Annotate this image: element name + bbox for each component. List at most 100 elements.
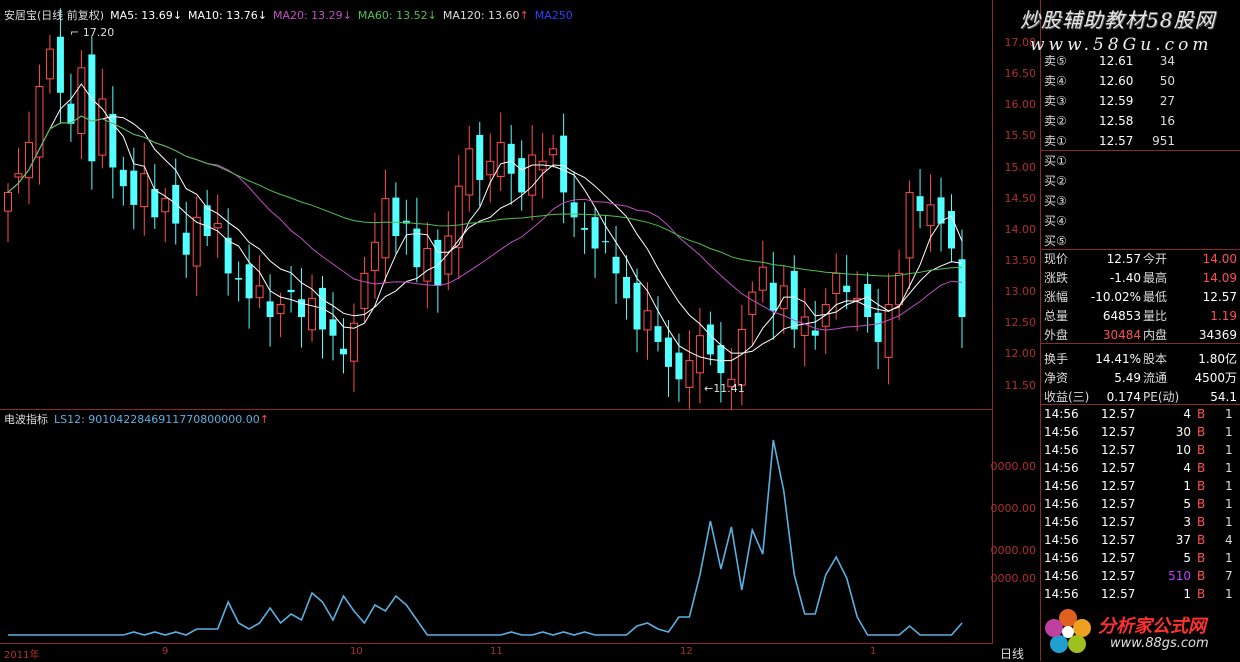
time-tick-label: 9 bbox=[162, 646, 169, 657]
quote-value: 14.09 bbox=[1202, 271, 1237, 285]
brand-watermark-top: 炒股辅助教材58股网 www.58Gu.com bbox=[1020, 8, 1216, 55]
candle-body[interactable] bbox=[56, 36, 64, 93]
candle-body[interactable] bbox=[748, 291, 757, 315]
quote-value: -10.02% bbox=[1090, 290, 1141, 304]
candle-body[interactable] bbox=[77, 67, 86, 135]
candle-body[interactable] bbox=[45, 48, 54, 80]
candle-body[interactable] bbox=[633, 282, 641, 330]
tick-count: 4 bbox=[1225, 533, 1233, 547]
candle-body[interactable] bbox=[486, 160, 495, 176]
candle-body[interactable] bbox=[276, 304, 285, 315]
candle-body[interactable] bbox=[874, 312, 882, 342]
candle-body[interactable] bbox=[224, 237, 232, 274]
period-label[interactable]: 日线 bbox=[1000, 645, 1024, 662]
buy-level-row: 买① bbox=[1041, 152, 1240, 170]
candle-body[interactable] bbox=[308, 297, 317, 331]
candle-body[interactable] bbox=[706, 324, 714, 355]
candle-body[interactable] bbox=[203, 205, 211, 237]
candle-body[interactable] bbox=[895, 272, 904, 306]
candle-body[interactable] bbox=[255, 285, 264, 299]
candle-body[interactable] bbox=[4, 191, 12, 212]
sell-level-label: 卖③ bbox=[1044, 94, 1067, 108]
candle-body[interactable] bbox=[800, 316, 809, 336]
candle-body[interactable] bbox=[518, 158, 526, 193]
candle-body[interactable] bbox=[339, 348, 347, 355]
candle-body[interactable] bbox=[151, 188, 159, 218]
candle-body[interactable] bbox=[507, 143, 515, 174]
candle-body[interactable] bbox=[182, 232, 190, 255]
candle-body[interactable] bbox=[14, 173, 23, 178]
candle-body[interactable] bbox=[581, 227, 589, 230]
ma20-label: MA20: 13.29↓ bbox=[272, 8, 352, 22]
indicator-chart[interactable] bbox=[0, 410, 993, 643]
candle-body[interactable] bbox=[675, 352, 683, 380]
price-tick-label: 13.00 bbox=[1004, 285, 1037, 299]
candle-body[interactable] bbox=[717, 345, 725, 374]
candle-body[interactable] bbox=[864, 283, 872, 318]
price-tick-label: 12.50 bbox=[1004, 316, 1037, 330]
candle-body[interactable] bbox=[88, 54, 96, 162]
candle-body[interactable] bbox=[612, 256, 620, 274]
candle-body[interactable] bbox=[370, 241, 379, 271]
quote-label: 净资 bbox=[1044, 371, 1069, 385]
candle-body[interactable] bbox=[140, 173, 149, 208]
candle-body[interactable] bbox=[884, 304, 893, 358]
candle-body[interactable] bbox=[905, 191, 914, 259]
candle-body[interactable] bbox=[654, 326, 662, 342]
candle-body[interactable] bbox=[843, 285, 851, 293]
candle-body[interactable] bbox=[287, 289, 295, 293]
candle-body[interactable] bbox=[329, 319, 337, 336]
candle-body[interactable] bbox=[737, 328, 746, 386]
tick-count: 1 bbox=[1225, 443, 1233, 457]
candle-body[interactable] bbox=[591, 217, 599, 249]
candle-body[interactable] bbox=[98, 98, 107, 156]
candle-body[interactable] bbox=[423, 247, 432, 282]
candle-body[interactable] bbox=[664, 337, 672, 367]
sell-level-row: 卖③ 12.59 27 bbox=[1041, 92, 1240, 110]
candle-body[interactable] bbox=[465, 148, 474, 196]
candle-body[interactable] bbox=[192, 216, 201, 267]
tick-side: B bbox=[1197, 425, 1206, 439]
candle-body[interactable] bbox=[360, 272, 369, 309]
quote-label: 最低 bbox=[1143, 290, 1168, 304]
candle-body[interactable] bbox=[685, 360, 694, 388]
candle-body[interactable] bbox=[496, 142, 505, 178]
quote-value: 64853 bbox=[1102, 309, 1141, 323]
candle-body[interactable] bbox=[235, 277, 243, 280]
tick-row: 14:56 12.57 1 B 1 bbox=[1041, 585, 1240, 603]
candle-body[interactable] bbox=[119, 169, 127, 187]
quote-label: 流通 bbox=[1143, 371, 1168, 385]
sell-level-row: 卖④ 12.60 50 bbox=[1041, 72, 1240, 90]
candle-body[interactable] bbox=[916, 196, 924, 212]
candle-body[interactable] bbox=[695, 335, 704, 374]
candle-body[interactable] bbox=[570, 202, 578, 218]
candle-body[interactable] bbox=[549, 148, 558, 156]
candle-body[interactable] bbox=[392, 197, 400, 237]
tick-volume: 5 bbox=[1183, 497, 1191, 511]
candle-body[interactable] bbox=[245, 264, 253, 299]
candle-body[interactable] bbox=[298, 299, 306, 318]
candle-body[interactable] bbox=[476, 134, 484, 180]
candle-body[interactable] bbox=[349, 322, 358, 362]
candle-body[interactable] bbox=[130, 170, 138, 205]
candle-body[interactable] bbox=[161, 198, 170, 213]
candle-body[interactable] bbox=[758, 266, 767, 291]
candle-body[interactable] bbox=[528, 154, 537, 196]
candle-body[interactable] bbox=[213, 223, 222, 229]
candle-body[interactable] bbox=[413, 228, 421, 268]
candle-body[interactable] bbox=[444, 235, 453, 275]
candle-body[interactable] bbox=[560, 135, 568, 193]
candle-body[interactable] bbox=[602, 241, 610, 243]
candle-body[interactable] bbox=[769, 282, 777, 311]
candle-body[interactable] bbox=[643, 310, 652, 331]
candle-body[interactable] bbox=[926, 204, 935, 227]
tick-count: 7 bbox=[1225, 569, 1233, 583]
candle-body[interactable] bbox=[832, 272, 841, 295]
candle-body[interactable] bbox=[811, 330, 819, 336]
candle-body[interactable] bbox=[381, 198, 390, 259]
candle-body[interactable] bbox=[35, 86, 44, 158]
candle-body[interactable] bbox=[266, 301, 274, 318]
quote-panel: 卖⑤ 12.61 34 卖④ 12.60 50 卖③ 12.59 27 卖② 12.58 16 卖① 12… bbox=[1040, 0, 1240, 661]
candlestick-chart[interactable] bbox=[0, 0, 993, 410]
candle-body[interactable] bbox=[623, 276, 631, 299]
